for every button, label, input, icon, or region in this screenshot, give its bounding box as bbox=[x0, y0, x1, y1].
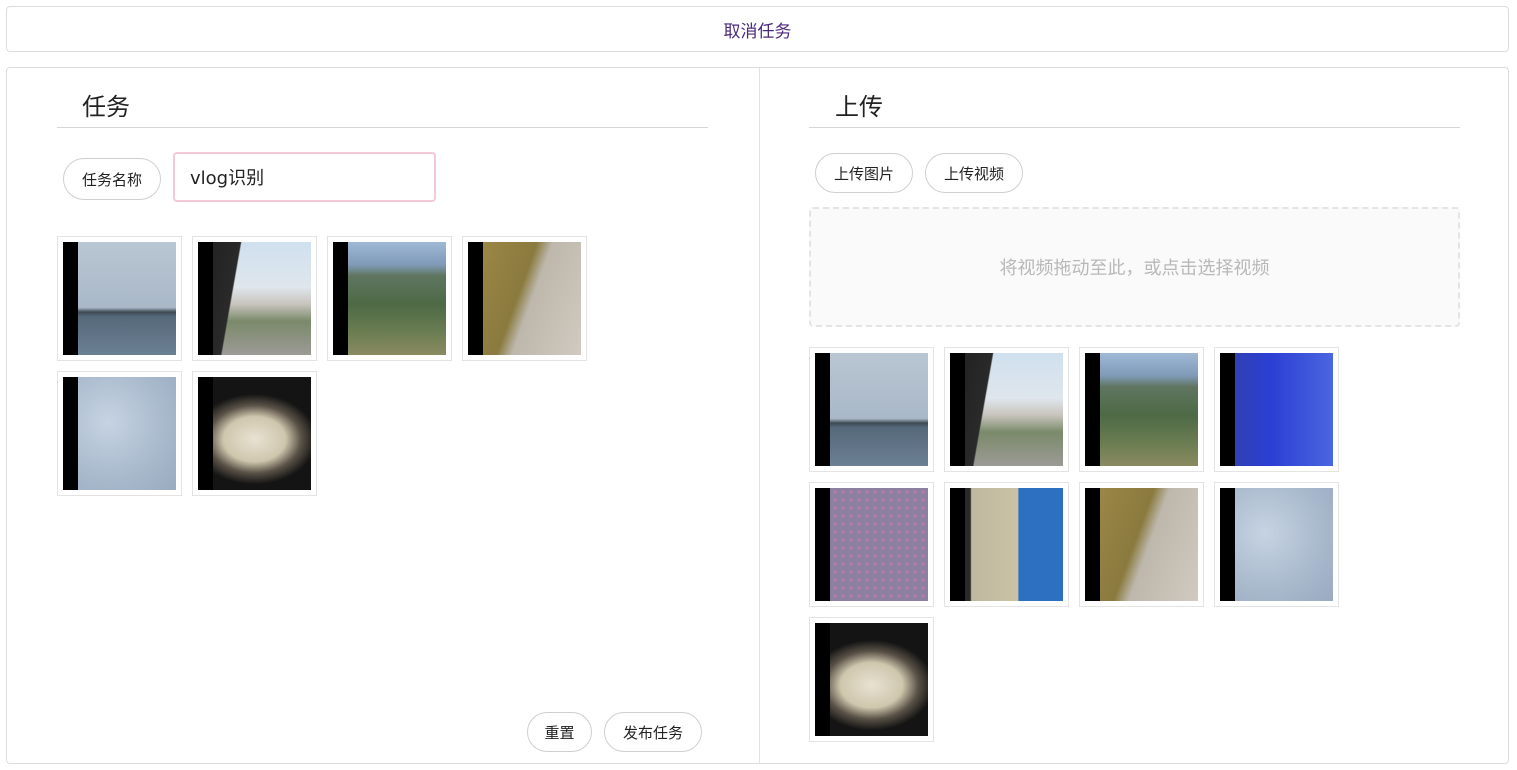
upload-thumbnail[interactable] bbox=[809, 347, 934, 472]
upload-thumbnail[interactable] bbox=[809, 617, 934, 742]
upload-thumbnail[interactable] bbox=[944, 347, 1069, 472]
task-section-title: 任务 bbox=[82, 93, 130, 121]
task-thumbnail[interactable] bbox=[462, 236, 587, 361]
task-title-rule bbox=[57, 127, 708, 128]
upload-thumbnail[interactable] bbox=[1214, 482, 1339, 607]
thumbnail-image bbox=[1220, 353, 1333, 466]
thumbnail-letterbox bbox=[63, 242, 78, 355]
cancel-task-button[interactable]: 取消任务 bbox=[6, 6, 1509, 52]
reset-button[interactable]: 重置 bbox=[527, 712, 592, 752]
upload-thumbnail[interactable] bbox=[944, 482, 1069, 607]
panel-divider bbox=[759, 68, 760, 763]
thumbnail-letterbox bbox=[333, 242, 348, 355]
thumbnail-image bbox=[1085, 353, 1198, 466]
thumbnail-letterbox bbox=[198, 242, 213, 355]
thumbnail-image bbox=[63, 242, 176, 355]
task-thumbnail[interactable] bbox=[57, 236, 182, 361]
video-dropzone[interactable]: 将视频拖动至此，或点击选择视频 bbox=[809, 207, 1460, 327]
thumbnail-letterbox bbox=[63, 377, 78, 490]
task-thumbnail[interactable] bbox=[327, 236, 452, 361]
thumbnail-image bbox=[198, 242, 311, 355]
task-thumbnail[interactable] bbox=[57, 371, 182, 496]
upload-thumbnail[interactable] bbox=[1079, 482, 1204, 607]
thumbnail-image bbox=[950, 488, 1063, 601]
cancel-task-label: 取消任务 bbox=[723, 21, 792, 42]
thumbnail-image bbox=[63, 377, 176, 490]
thumbnail-image bbox=[198, 377, 311, 490]
task-name-label: 任务名称 bbox=[63, 158, 161, 200]
thumbnail-image bbox=[950, 353, 1063, 466]
thumbnail-image bbox=[1085, 488, 1198, 601]
upload-thumbnail[interactable] bbox=[1214, 347, 1339, 472]
thumbnail-letterbox bbox=[468, 242, 483, 355]
thumbnail-letterbox bbox=[950, 488, 965, 601]
upload-video-button-label: 上传视频 bbox=[943, 164, 1004, 183]
upload-thumbnail[interactable] bbox=[1079, 347, 1204, 472]
thumbnail-letterbox bbox=[1085, 353, 1100, 466]
upload-video-button[interactable]: 上传视频 bbox=[925, 153, 1023, 193]
thumbnail-letterbox bbox=[1220, 353, 1235, 466]
thumbnail-letterbox bbox=[815, 623, 830, 736]
upload-section-title: 上传 bbox=[835, 93, 883, 121]
task-thumbnail[interactable] bbox=[192, 236, 317, 361]
upload-image-button-label: 上传图片 bbox=[833, 164, 894, 183]
upload-thumbnail[interactable] bbox=[809, 482, 934, 607]
thumbnail-image bbox=[815, 488, 928, 601]
thumbnail-image bbox=[815, 623, 928, 736]
publish-task-button[interactable]: 发布任务 bbox=[604, 712, 702, 752]
thumbnail-letterbox bbox=[1220, 488, 1235, 601]
thumbnail-image bbox=[333, 242, 446, 355]
thumbnail-letterbox bbox=[815, 353, 830, 466]
thumbnail-letterbox bbox=[815, 488, 830, 601]
task-name-label-text: 任务名称 bbox=[81, 170, 142, 189]
thumbnail-image bbox=[1220, 488, 1333, 601]
thumbnail-image bbox=[815, 353, 928, 466]
dropzone-text: 将视频拖动至此，或点击选择视频 bbox=[999, 258, 1270, 279]
task-name-input[interactable] bbox=[173, 152, 436, 202]
task-thumbnail[interactable] bbox=[192, 371, 317, 496]
upload-image-button[interactable]: 上传图片 bbox=[815, 153, 913, 193]
thumbnail-letterbox bbox=[1085, 488, 1100, 601]
upload-title-rule bbox=[809, 127, 1460, 128]
thumbnail-image bbox=[468, 242, 581, 355]
thumbnail-letterbox bbox=[198, 377, 213, 490]
publish-task-button-label: 发布任务 bbox=[622, 723, 683, 742]
thumbnail-letterbox bbox=[950, 353, 965, 466]
reset-button-label: 重置 bbox=[544, 723, 575, 742]
